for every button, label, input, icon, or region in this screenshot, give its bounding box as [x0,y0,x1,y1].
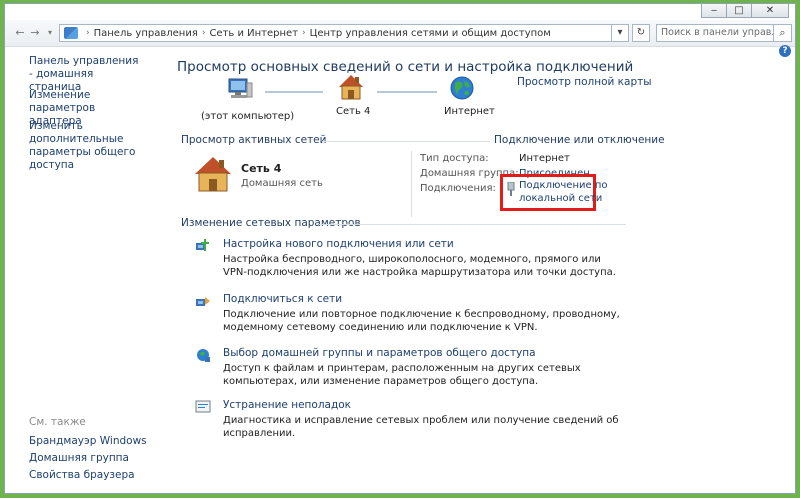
sidebar-link-homegroup[interactable]: Домашняя группа [29,452,129,465]
refresh-icon[interactable]: ↻ [632,24,650,42]
ethernet-cable-icon [507,182,515,196]
access-type-value: Интернет [519,153,570,164]
see-also-header: См. также [29,416,86,428]
full-map-link[interactable]: Просмотр полной карты [517,76,652,88]
explorer-window: ‒ □ ✕ ← → ▾ › Панель управления › Сеть и… [4,3,796,494]
home-network-icon [339,75,363,100]
breadcrumb-separator-icon[interactable]: › [202,28,206,38]
connections-label: Подключения: [420,183,496,194]
active-network-name: Сеть 4 [241,162,282,175]
troubleshoot-icon [195,400,211,413]
new-connection-icon [196,239,209,251]
sidebar-link-firewall[interactable]: Брандмауэр Windows [29,435,147,448]
active-network-type[interactable]: Домашняя сеть [241,178,323,189]
local-connection-link-line1[interactable]: Подключение по [519,180,608,192]
network-label: Сеть 4 [336,106,371,117]
task-troubleshoot-desc: Диагностика и исправление сетевых пробле… [223,415,619,439]
address-dropdown-icon[interactable]: ▾ [611,24,629,42]
breadcrumb-separator-icon[interactable]: › [302,28,306,38]
details-divider [411,151,412,217]
access-type-label: Тип доступа: [420,153,489,164]
address-bar-row: ← → ▾ › Панель управления › Сеть и Интер… [5,20,795,47]
breadcrumb-separator-icon[interactable]: › [86,28,90,38]
change-settings-header: Изменение сетевых параметров [181,217,361,229]
home-network-large-icon [195,157,231,192]
task-new-connection-desc: Настройка беспроводного, широкополосного… [223,254,616,278]
task-connect-network-desc: Подключение или повторное подключение к … [223,309,620,333]
sidebar: Панель управления - домашняя страница Из… [5,47,165,493]
window-controls: ‒ □ ✕ [701,4,789,18]
task-new-connection[interactable]: Настройка нового подключения или сети [223,238,454,250]
page-title: Просмотр основных сведений о сети и наст… [177,59,634,75]
connect-disconnect-link[interactable]: Подключение или отключение [494,134,665,146]
computer-icon [228,78,253,98]
connect-network-icon [196,297,210,306]
desktop-background: ‒ □ ✕ ← → ▾ › Панель управления › Сеть и… [0,0,800,498]
task-troubleshoot[interactable]: Устранение неполадок [223,399,351,411]
section-divider [322,141,490,142]
close-button[interactable]: ✕ [751,4,789,18]
recent-pages-chevron-icon[interactable]: ▾ [43,26,57,40]
breadcrumb-control-panel[interactable]: Панель управления [94,28,198,39]
task-homegroup[interactable]: Выбор домашней группы и параметров общег… [223,347,536,359]
homegroup-icon [197,349,210,362]
maximize-button[interactable]: □ [726,4,752,18]
task-connect-network[interactable]: Подключиться к сети [223,293,342,305]
sidebar-link-sharing-settings[interactable]: Изменить дополнительные параметры общего… [29,120,159,172]
address-bar[interactable]: › Панель управления › Сеть и Интернет › … [59,24,625,42]
internet-label: Интернет [444,106,495,117]
forward-arrow-icon[interactable]: → [28,26,42,40]
section-divider [319,224,626,225]
control-panel-icon [64,27,78,39]
help-icon[interactable]: ? [779,45,791,57]
search-icon[interactable]: ⌕ [774,24,792,42]
network-line [377,91,437,93]
search-input[interactable]: Поиск в панели управления [656,24,774,42]
active-networks-header: Просмотр активных сетей [181,134,327,146]
minimize-button[interactable]: ‒ [701,4,727,18]
computer-label: (этот компьютер) [201,111,295,122]
breadcrumb-network-center[interactable]: Центр управления сетями и общим доступом [310,28,551,39]
network-line [265,91,323,93]
breadcrumb-network-internet[interactable]: Сеть и Интернет [209,28,298,39]
sidebar-link-browser-properties[interactable]: Свойства браузера [29,469,135,482]
local-connection-link-line2[interactable]: локальной сети [519,193,602,205]
task-homegroup-desc: Доступ к файлам и принтерам, расположенн… [223,363,581,387]
back-arrow-icon[interactable]: ← [13,26,27,40]
globe-icon [450,76,474,100]
